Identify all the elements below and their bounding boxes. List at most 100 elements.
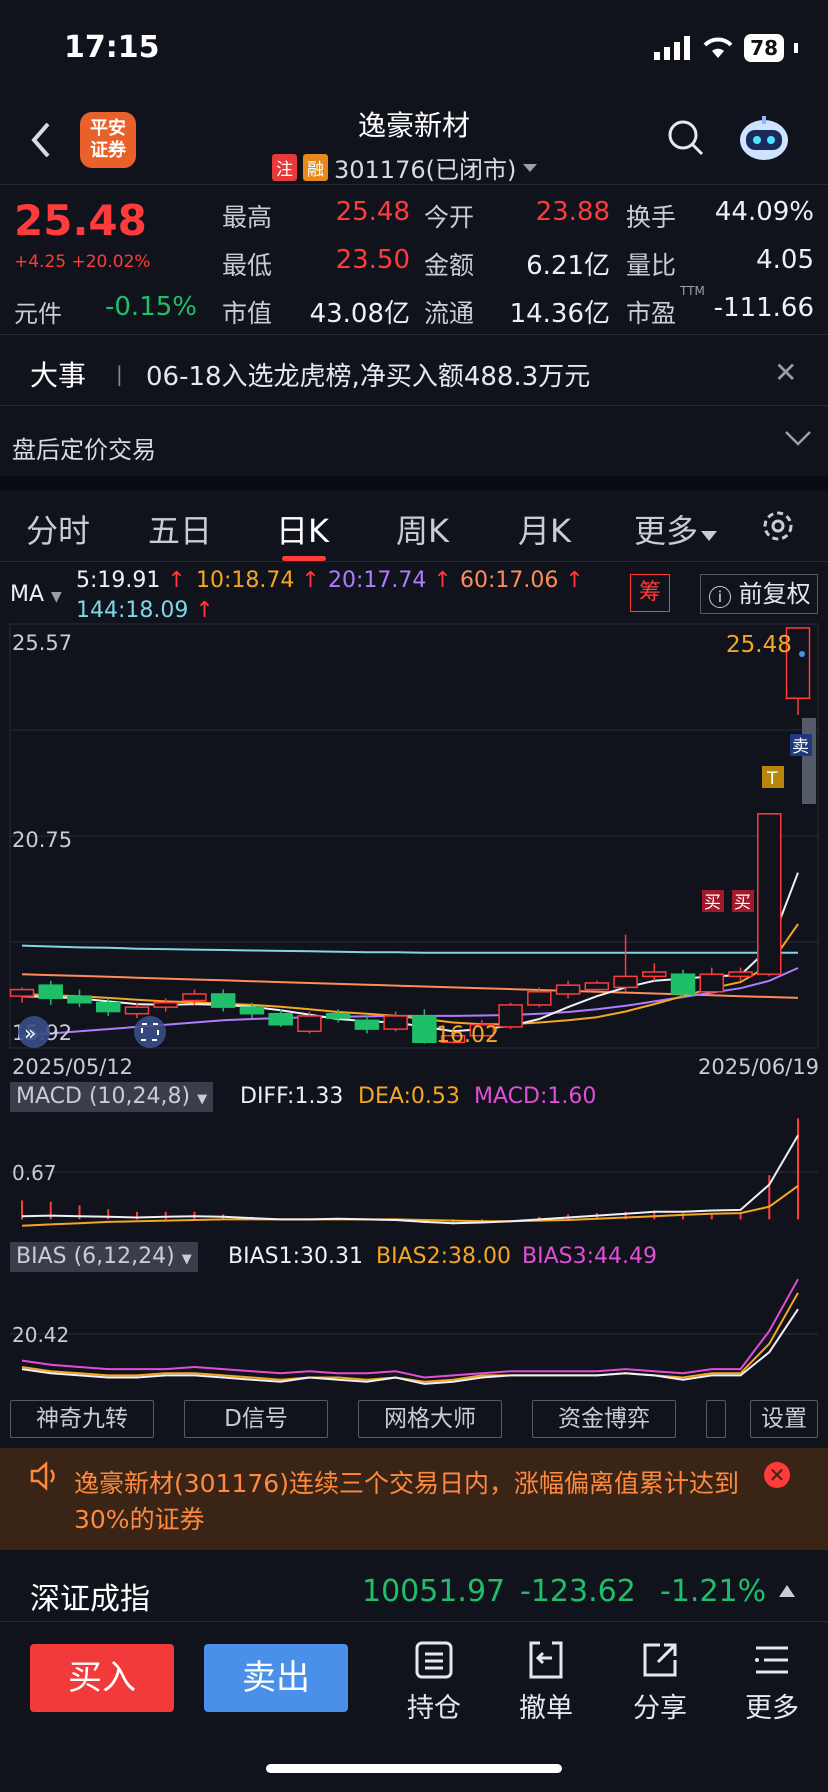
market-cap-value: 43.08亿 bbox=[309, 299, 410, 329]
tab-more-label: 更多 bbox=[634, 512, 699, 550]
index-name: 深证成指 bbox=[30, 1582, 150, 1617]
amount-value: 6.21亿 bbox=[526, 251, 610, 281]
latest-point-dot bbox=[799, 651, 805, 657]
info-icon: i bbox=[709, 586, 731, 608]
ma-label: MA bbox=[10, 582, 45, 607]
stock-code-row[interactable]: 注 融 301176(已闭市) bbox=[272, 150, 538, 185]
tool-magic-nine[interactable]: 神奇九转 bbox=[10, 1400, 154, 1438]
tool-capital-game[interactable]: 资金博弈 bbox=[532, 1400, 676, 1438]
candle-body bbox=[555, 984, 581, 995]
candle-body bbox=[412, 1015, 437, 1044]
candle-body bbox=[584, 982, 610, 991]
candle-body bbox=[757, 813, 782, 975]
macd-chart[interactable]: 0.67 bbox=[8, 1108, 820, 1238]
candle-body bbox=[210, 993, 236, 1008]
section-divider bbox=[0, 476, 828, 490]
turnover-value: 44.09% bbox=[714, 197, 814, 227]
high-label: 最高 bbox=[222, 203, 273, 232]
candle-body bbox=[728, 971, 753, 978]
holdings-button[interactable]: 持仓 bbox=[394, 1640, 474, 1725]
price-adjust-button[interactable]: i 前复权 bbox=[700, 574, 818, 614]
chevron-down-icon[interactable] bbox=[784, 428, 812, 448]
tool-d-signal[interactable]: D信号 bbox=[184, 1400, 328, 1438]
buy-button[interactable]: 买入 bbox=[30, 1644, 174, 1712]
fullscreen-button[interactable] bbox=[134, 1016, 166, 1048]
home-indicator bbox=[266, 1764, 562, 1773]
low-value: 23.50 bbox=[335, 245, 410, 275]
low-price-marker: 16.02 bbox=[436, 1023, 499, 1048]
candle-body bbox=[38, 984, 63, 1000]
caret-up-icon[interactable] bbox=[778, 1584, 796, 1598]
chart-scrollbar[interactable] bbox=[802, 718, 816, 804]
gear-icon[interactable] bbox=[758, 506, 798, 546]
index-percent: -1.21% bbox=[660, 1574, 767, 1609]
tag-margin: 融 bbox=[303, 154, 328, 181]
candle-body bbox=[613, 975, 638, 989]
buy-signal-text-1: 买 bbox=[704, 893, 721, 913]
alert-close-icon[interactable]: ✕ bbox=[764, 1462, 790, 1488]
tool-settings[interactable]: 设置 bbox=[750, 1400, 818, 1438]
tab-weekly-k[interactable]: 周K bbox=[396, 506, 449, 552]
ma144-line bbox=[21, 944, 798, 954]
tab-daily-k[interactable]: 日K bbox=[276, 506, 329, 552]
bias-selector[interactable]: BIAS (6,12,24) ▼ bbox=[10, 1242, 198, 1272]
volume-ratio-label: 量比 bbox=[626, 251, 677, 280]
ma-selector[interactable]: MA ▼ bbox=[10, 582, 62, 607]
status-icons: 78 bbox=[654, 34, 798, 62]
tool-next-partial[interactable] bbox=[706, 1400, 726, 1438]
wifi-icon bbox=[703, 37, 733, 58]
bias-y-label: 20.42 bbox=[12, 1323, 69, 1347]
open-label: 今开 bbox=[424, 203, 475, 232]
cancel-order-button[interactable]: 撤单 bbox=[506, 1640, 586, 1725]
price-change: +4.25 +20.02% bbox=[14, 252, 151, 272]
date-start-label: 2025/05/12 bbox=[12, 1055, 133, 1079]
t-signal-text: T bbox=[766, 769, 778, 789]
candle-body bbox=[182, 993, 207, 1002]
candle-body bbox=[670, 973, 696, 995]
chip-distribution-button[interactable]: 筹 bbox=[630, 574, 670, 612]
event-text[interactable]: 06-18入选龙虎榜,净买入额488.3万元 bbox=[146, 356, 590, 393]
close-icon[interactable]: ✕ bbox=[774, 356, 797, 389]
more-label: 更多 bbox=[745, 1693, 799, 1724]
search-icon[interactable] bbox=[666, 118, 706, 158]
tab-five-day[interactable]: 五日 bbox=[148, 506, 212, 552]
status-time: 17:15 bbox=[64, 30, 160, 65]
volume-ratio-value: 4.05 bbox=[756, 245, 814, 275]
candle-body bbox=[325, 1012, 351, 1019]
macd-value: MACD:1.60 bbox=[474, 1084, 597, 1109]
candle-body bbox=[354, 1019, 380, 1030]
candle-body bbox=[239, 1006, 265, 1015]
share-icon bbox=[643, 1643, 677, 1677]
sector-change[interactable]: -0.15% bbox=[105, 292, 197, 322]
tab-more[interactable]: 更多 bbox=[634, 506, 718, 552]
bias-chart[interactable]: 20.42 bbox=[8, 1272, 820, 1390]
kline-chart[interactable]: 25.57 20.75 15.92 2025/05/12 2025/06/19 … bbox=[8, 622, 820, 1084]
sell-button[interactable]: 卖出 bbox=[204, 1644, 348, 1712]
tab-intraday[interactable]: 分时 bbox=[26, 506, 90, 552]
macd-diff-line bbox=[21, 1134, 799, 1225]
ma20-text: 20:17.74 bbox=[328, 568, 427, 593]
candle-body bbox=[9, 988, 35, 997]
date-end-label: 2025/06/19 bbox=[698, 1055, 819, 1079]
tab-monthly-k[interactable]: 月K bbox=[518, 506, 571, 552]
market-cap-label: 市值 bbox=[222, 299, 273, 328]
robot-assistant-icon[interactable] bbox=[738, 112, 790, 164]
high-value: 25.48 bbox=[335, 197, 410, 227]
bias3-line bbox=[21, 1278, 799, 1379]
ma5-text: 5:19.91 bbox=[76, 568, 161, 593]
event-tag: 大事 bbox=[30, 359, 87, 392]
y-axis-mid-label: 20.75 bbox=[12, 828, 72, 852]
ma10-value: 10:18.74 ↑ bbox=[196, 568, 320, 593]
float-cap-value: 14.36亿 bbox=[509, 299, 610, 329]
last-price-marker: 25.48 bbox=[726, 632, 792, 658]
holdings-icon bbox=[415, 1641, 453, 1679]
share-button[interactable]: 分享 bbox=[620, 1640, 700, 1725]
macd-y-label: 0.67 bbox=[12, 1161, 57, 1185]
more-button[interactable]: 更多 bbox=[732, 1640, 812, 1725]
active-tab-indicator bbox=[282, 556, 326, 561]
tool-grid-master[interactable]: 网格大师 bbox=[358, 1400, 502, 1438]
ma5-value: 5:19.91 ↑ bbox=[76, 568, 186, 593]
stock-code-status: 301176(已闭市) bbox=[334, 156, 517, 184]
sector-label[interactable]: 元件 bbox=[14, 294, 62, 329]
ma144-text: 144:18.09 bbox=[76, 598, 189, 623]
